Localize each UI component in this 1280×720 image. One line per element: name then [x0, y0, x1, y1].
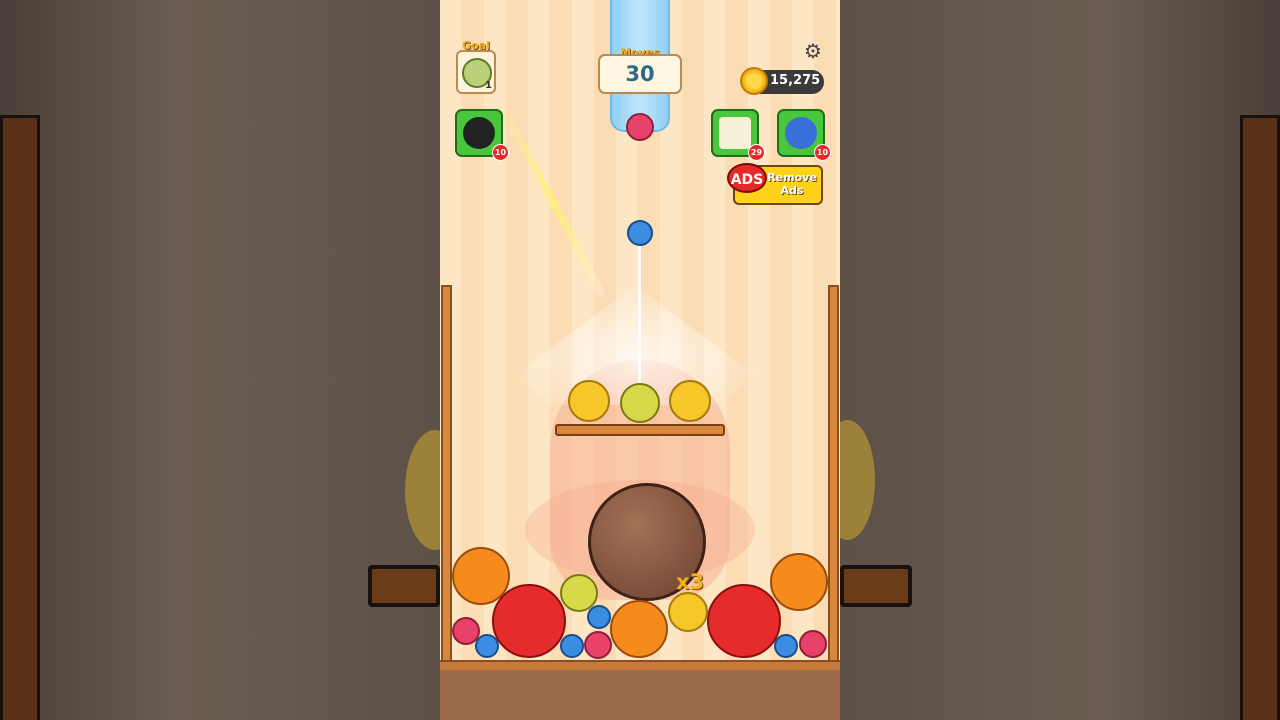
game-board[interactable]: Goal 1 Moves 30 ⚙ 15,275 10 29 10 ADS Re… [440, 0, 840, 720]
hammer-booster-button[interactable]: 10 [777, 109, 831, 161]
gear-icon[interactable]: ⚙ [802, 40, 824, 62]
fruit-lemon [668, 592, 708, 632]
background-left-blur [0, 0, 440, 720]
wooden-plank [555, 424, 725, 436]
hammer-icon [785, 117, 817, 149]
remove-ads-label: Remove Ads [762, 171, 822, 197]
blurred-shelf-right [840, 565, 912, 607]
container-wall-left [441, 285, 452, 670]
fruit-blueberry [587, 605, 611, 629]
container-wall-right [828, 285, 839, 670]
blurred-fruit-left [405, 430, 440, 550]
fruit-pear [620, 383, 660, 423]
coin-balance: 15,275 [770, 73, 821, 88]
goal-panel: 1 [456, 50, 496, 94]
ground [440, 670, 840, 720]
booster-count: 10 [492, 144, 509, 161]
fruit-orange [610, 600, 668, 658]
blurred-shelf-left [368, 565, 440, 607]
ads-tag: ADS [727, 163, 767, 193]
fruit-blueberry [560, 634, 584, 658]
blurred-wall-left [0, 115, 40, 720]
background-right-blur [840, 0, 1280, 720]
fruit-blueberry [475, 634, 499, 658]
fruit-blueberry [774, 634, 798, 658]
bomb-booster-button[interactable]: 10 [455, 109, 509, 161]
moves-counter: 30 [598, 54, 682, 94]
current-fruit-blueberry[interactable] [627, 220, 653, 246]
next-fruit-raspberry [626, 113, 654, 141]
combo-multiplier: x3 [676, 570, 705, 594]
shake-booster-button[interactable]: 29 [711, 109, 765, 161]
remove-ads-line2: Ads [780, 184, 804, 197]
container-floor [440, 660, 840, 670]
spark-trail [500, 108, 607, 298]
remove-ads-line1: Remove [767, 171, 817, 184]
booster-count: 10 [814, 144, 831, 161]
aim-line [638, 245, 641, 385]
fruit-orange [770, 553, 828, 611]
fruit-raspberry [799, 630, 827, 658]
goal-count: 1 [485, 80, 492, 91]
fruit-lemon [568, 380, 610, 422]
bomb-icon [463, 117, 495, 149]
fruit-lemon [669, 380, 711, 422]
blurred-wall-right [1240, 115, 1280, 720]
fruit-raspberry [584, 631, 612, 659]
fruit-apple [492, 584, 566, 658]
shake-phone-icon [719, 117, 751, 149]
booster-count: 29 [748, 144, 765, 161]
blurred-fruit-right [840, 420, 875, 540]
coin-icon [740, 67, 768, 95]
fruit-apple [707, 584, 781, 658]
